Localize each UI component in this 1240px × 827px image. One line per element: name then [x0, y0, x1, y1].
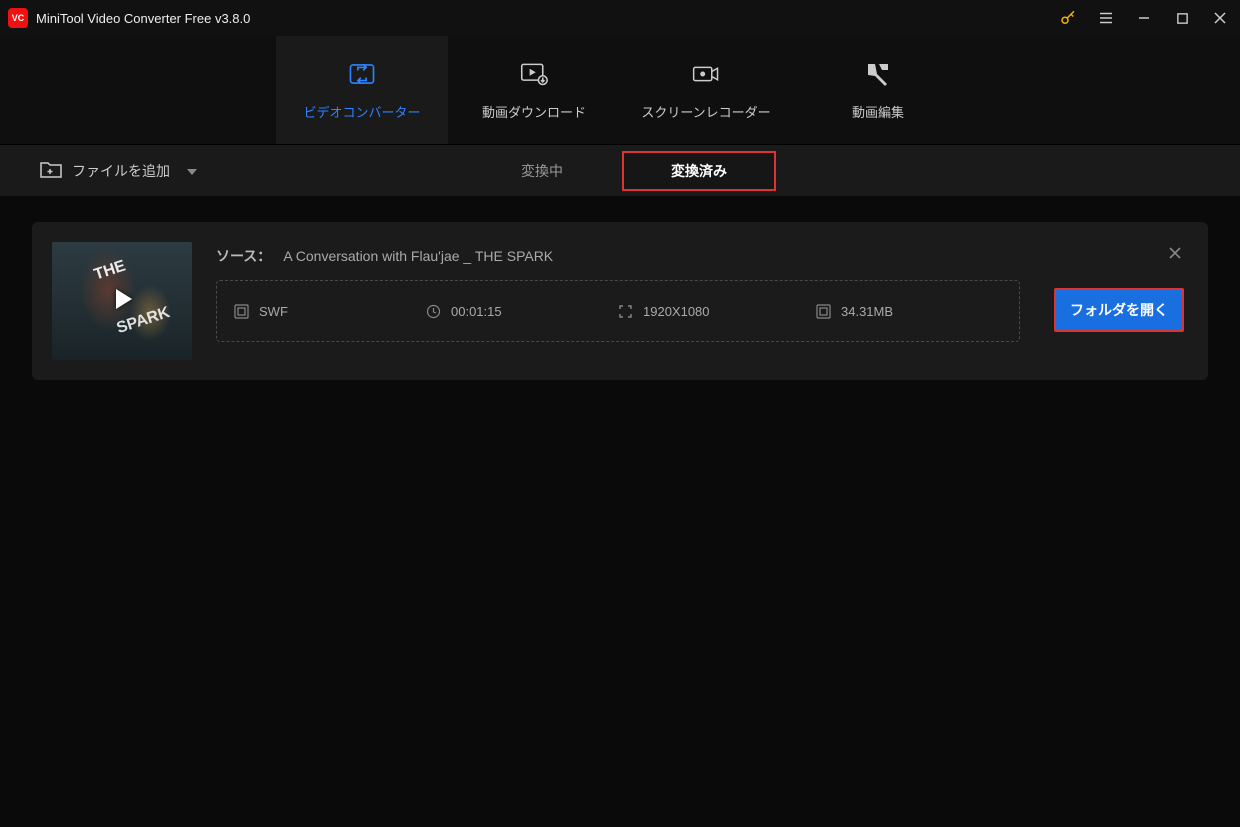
content-area: THE SPARK ソース： A Conversation with Flau'… — [0, 196, 1240, 406]
status-tabs: 変換中 変換済み — [462, 151, 776, 191]
item-source-line: ソース： A Conversation with Flau'jae _ THE … — [216, 246, 1020, 266]
source-filename: A Conversation with Flau'jae _ THE SPARK — [283, 248, 553, 264]
play-icon — [108, 285, 136, 318]
source-label: ソース： — [216, 246, 271, 266]
status-tab-converted[interactable]: 変換済み — [622, 151, 776, 191]
video-thumbnail[interactable]: THE SPARK — [52, 242, 192, 360]
titlebar: VC MiniTool Video Converter Free v3.8.0 — [0, 0, 1240, 36]
thumb-overlay-text: THE — [92, 257, 128, 284]
remove-item-button[interactable] — [1166, 244, 1184, 262]
clock-icon — [425, 303, 441, 319]
item-body: ソース： A Conversation with Flau'jae _ THE … — [216, 242, 1020, 342]
tab-video-edit[interactable]: 動画編集 — [792, 36, 964, 144]
item-actions: フォルダを開く — [1044, 242, 1184, 332]
detail-size: 34.31MB — [815, 303, 955, 319]
nav-label: 動画ダウンロード — [482, 102, 586, 121]
detail-size-value: 34.31MB — [841, 304, 893, 319]
tab-screen-recorder[interactable]: スクリーンレコーダー — [620, 36, 792, 144]
key-icon[interactable] — [1058, 8, 1078, 28]
detail-format-value: SWF — [259, 304, 288, 319]
tab-video-download[interactable]: 動画ダウンロード — [448, 36, 620, 144]
status-tab-label: 変換済み — [671, 161, 727, 181]
tab-video-converter[interactable]: ビデオコンバーター — [276, 36, 448, 144]
maximize-button[interactable] — [1172, 8, 1192, 28]
detail-duration-value: 00:01:15 — [451, 304, 502, 319]
window-controls — [1058, 8, 1230, 28]
download-icon — [520, 60, 548, 88]
main-nav: ビデオコンバーター 動画ダウンロード スクリーンレコーダー — [0, 36, 1240, 144]
nav-label: ビデオコンバーター — [303, 102, 420, 121]
converter-icon — [348, 60, 376, 88]
chevron-down-icon — [186, 163, 198, 179]
minimize-button[interactable] — [1134, 8, 1154, 28]
detail-format: SWF — [233, 303, 425, 319]
status-tab-converting[interactable]: 変換中 — [462, 151, 622, 191]
toolbar: ファイルを追加 変換中 変換済み — [0, 144, 1240, 196]
converted-item: THE SPARK ソース： A Conversation with Flau'… — [32, 222, 1208, 380]
expand-icon — [617, 303, 633, 319]
detail-duration: 00:01:15 — [425, 303, 617, 319]
detail-resolution-value: 1920X1080 — [643, 304, 710, 319]
edit-icon — [864, 60, 892, 88]
nav-label: スクリーンレコーダー — [641, 102, 770, 121]
app-title: MiniTool Video Converter Free v3.8.0 — [36, 11, 1058, 26]
recorder-icon — [692, 60, 720, 88]
add-file-icon — [40, 160, 62, 181]
status-tab-label: 変換中 — [521, 161, 563, 181]
hamburger-menu-icon[interactable] — [1096, 8, 1116, 28]
app-logo: VC — [8, 8, 28, 28]
add-file-button[interactable]: ファイルを追加 — [40, 160, 198, 181]
detail-resolution: 1920X1080 — [617, 303, 815, 319]
size-icon — [815, 303, 831, 319]
open-folder-button[interactable]: フォルダを開く — [1054, 288, 1184, 332]
format-icon — [233, 303, 249, 319]
add-file-label: ファイルを追加 — [72, 161, 170, 181]
close-button[interactable] — [1210, 8, 1230, 28]
item-details-box: SWF 00:01:15 1920X1080 — [216, 280, 1020, 342]
nav-label: 動画編集 — [852, 102, 904, 121]
